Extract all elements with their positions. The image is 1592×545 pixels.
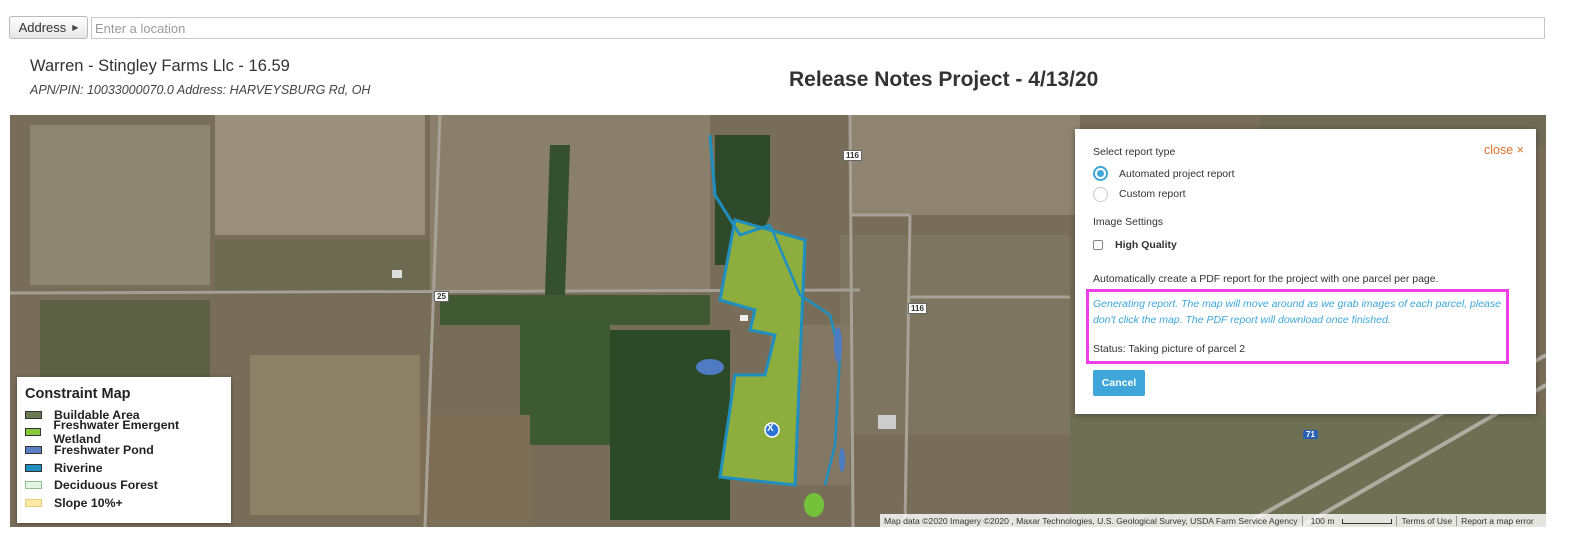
report-type-label: Select report type: [1093, 146, 1176, 158]
road-label: 116: [908, 303, 927, 314]
caret-right-icon: ▶: [72, 23, 79, 32]
parcel-subtitle: APN/PIN: 10033000070.0 Address: HARVEYSB…: [30, 83, 371, 97]
automated-report-radio[interactable]: [1093, 166, 1108, 181]
custom-report-label: Custom report: [1119, 188, 1186, 200]
legend-label: Slope 10%+: [54, 495, 123, 510]
address-bar: Address ▶: [0, 0, 1592, 50]
custom-report-radio[interactable]: [1093, 187, 1108, 202]
legend-swatch: [25, 428, 42, 437]
legend-item: Freshwater Emergent Wetland: [25, 418, 223, 446]
address-button-label: Address: [18, 20, 67, 35]
scale-bar: [1342, 518, 1393, 524]
constraint-map-legend: Constraint Map Buildable Area Freshwater…: [17, 377, 231, 523]
legend-item: Slope 10%+: [25, 494, 223, 512]
parcel-title: Warren - Stingley Farms Llc - 16.59: [30, 57, 290, 75]
legend-label: Freshwater Pond: [54, 442, 154, 457]
automated-report-label: Automated project report: [1119, 168, 1235, 180]
scale-label: 100 m: [1310, 515, 1335, 526]
legend-item: Deciduous Forest: [25, 476, 223, 494]
location-input[interactable]: [91, 17, 1545, 39]
parcel-marker-label[interactable]: X: [767, 423, 774, 434]
project-title: Release Notes Project - 4/13/20: [789, 68, 1099, 91]
high-quality-checkbox[interactable]: [1093, 240, 1103, 250]
close-button[interactable]: close ×: [1484, 143, 1524, 157]
status-text: Status: Taking picture of parcel 2: [1093, 343, 1246, 355]
report-dialog: close × Select report type Automated pro…: [1075, 129, 1536, 414]
report-description: Automatically create a PDF report for th…: [1093, 273, 1439, 285]
map-attribution: Map data ©2020 Imagery ©2020 , Maxar Tec…: [880, 514, 1546, 527]
high-quality-label: High Quality: [1115, 239, 1177, 251]
interstate-label: 71: [1303, 430, 1318, 439]
image-settings-label: Image Settings: [1093, 216, 1164, 228]
map-data-credit: Map data ©2020 Imagery ©2020 , Maxar Tec…: [884, 515, 1298, 526]
report-error-link[interactable]: Report a map error: [1457, 516, 1538, 526]
legend-swatch: [25, 498, 42, 507]
legend-swatch: [25, 463, 42, 472]
terms-link[interactable]: Terms of Use: [1397, 516, 1456, 526]
legend-swatch: [25, 481, 42, 490]
cancel-button[interactable]: Cancel: [1093, 370, 1145, 396]
legend-label: Riverine: [54, 460, 103, 475]
generating-message: Generating report. The map will move aro…: [1093, 298, 1501, 326]
scale-indicator[interactable]: 100 m: [1303, 516, 1397, 526]
legend-title: Constraint Map: [25, 386, 131, 402]
address-button[interactable]: Address ▶: [9, 16, 88, 39]
road-label: 25: [434, 291, 449, 302]
legend-swatch: [25, 410, 42, 419]
road-label: 116: [843, 150, 862, 161]
legend-label: Deciduous Forest: [54, 478, 158, 493]
legend-swatch: [25, 445, 42, 454]
legend-item: Riverine: [25, 459, 223, 477]
